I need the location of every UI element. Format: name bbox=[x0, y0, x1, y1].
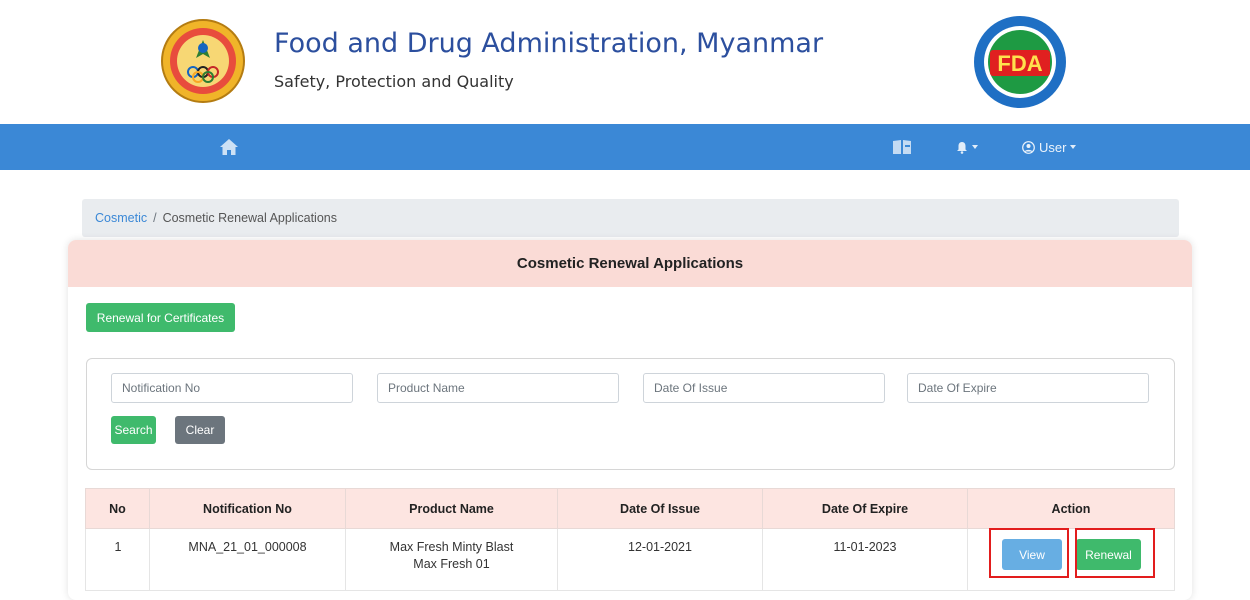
top-navbar: User bbox=[0, 124, 1250, 170]
header-notification-no: Notification No bbox=[149, 488, 346, 529]
card-title: Cosmetic Renewal Applications bbox=[68, 240, 1192, 287]
fda-logo: FDA bbox=[974, 16, 1066, 108]
header-action: Action bbox=[967, 488, 1175, 529]
renewal-button[interactable]: Renewal bbox=[1076, 539, 1141, 570]
renewal-for-certificates-button[interactable]: Renewal for Certificates bbox=[86, 303, 235, 332]
product-name-line1: Max Fresh Minty Blast bbox=[389, 540, 514, 554]
view-button[interactable]: View bbox=[1002, 539, 1062, 570]
notification-no-input[interactable] bbox=[111, 373, 353, 403]
chevron-down-icon bbox=[1070, 145, 1077, 149]
breadcrumb-separator: / bbox=[153, 211, 157, 225]
breadcrumb-current: Cosmetic Renewal Applications bbox=[162, 211, 337, 225]
user-dropdown[interactable]: User bbox=[1022, 136, 1077, 158]
product-name-line2: Max Fresh 01 bbox=[413, 557, 490, 571]
date-of-expire-input[interactable] bbox=[907, 373, 1149, 403]
notifications-dropdown[interactable] bbox=[956, 137, 978, 157]
book-icon[interactable] bbox=[892, 138, 912, 156]
applications-table: No Notification No Product Name Date Of … bbox=[85, 488, 1175, 591]
cell-date-of-expire: 11-01-2023 bbox=[762, 528, 968, 591]
site-header: Food and Drug Administration, Myanmar Sa… bbox=[0, 0, 1250, 124]
org-tagline: Safety, Protection and Quality bbox=[274, 72, 514, 91]
table-header-row: No Notification No Product Name Date Of … bbox=[85, 488, 1175, 529]
date-of-issue-input[interactable] bbox=[643, 373, 885, 403]
cell-product-name: Max Fresh Minty Blast Max Fresh 01 bbox=[345, 528, 558, 591]
search-button[interactable]: Search bbox=[111, 416, 156, 444]
cell-no: 1 bbox=[85, 528, 150, 591]
header-product-name: Product Name bbox=[345, 488, 558, 529]
header-date-of-issue: Date Of Issue bbox=[557, 488, 763, 529]
clear-button[interactable]: Clear bbox=[175, 416, 225, 444]
breadcrumb: Cosmetic / Cosmetic Renewal Applications bbox=[82, 199, 1179, 237]
renewal-applications-card: Cosmetic Renewal Applications Renewal fo… bbox=[68, 240, 1192, 600]
product-name-input[interactable] bbox=[377, 373, 619, 403]
header-no: No bbox=[85, 488, 150, 529]
breadcrumb-link-cosmetic[interactable]: Cosmetic bbox=[95, 211, 147, 225]
cell-notification-no: MNA_21_01_000008 bbox=[149, 528, 346, 591]
chevron-down-icon bbox=[972, 145, 978, 149]
org-title: Food and Drug Administration, Myanmar bbox=[274, 28, 824, 59]
cell-date-of-issue: 12-01-2021 bbox=[557, 528, 763, 591]
header-date-of-expire: Date Of Expire bbox=[762, 488, 968, 529]
table-row: 1 MNA_21_01_000008 Max Fresh Minty Blast… bbox=[85, 528, 1175, 591]
fda-logo-text: FDA bbox=[997, 51, 1042, 76]
bell-icon bbox=[957, 141, 967, 154]
cell-action: View Renewal bbox=[967, 528, 1175, 591]
user-circle-icon bbox=[1022, 140, 1035, 154]
user-label: User bbox=[1039, 139, 1067, 155]
search-panel: Search Clear bbox=[86, 358, 1175, 470]
ministry-seal-logo bbox=[161, 19, 245, 103]
home-icon[interactable] bbox=[218, 136, 240, 158]
